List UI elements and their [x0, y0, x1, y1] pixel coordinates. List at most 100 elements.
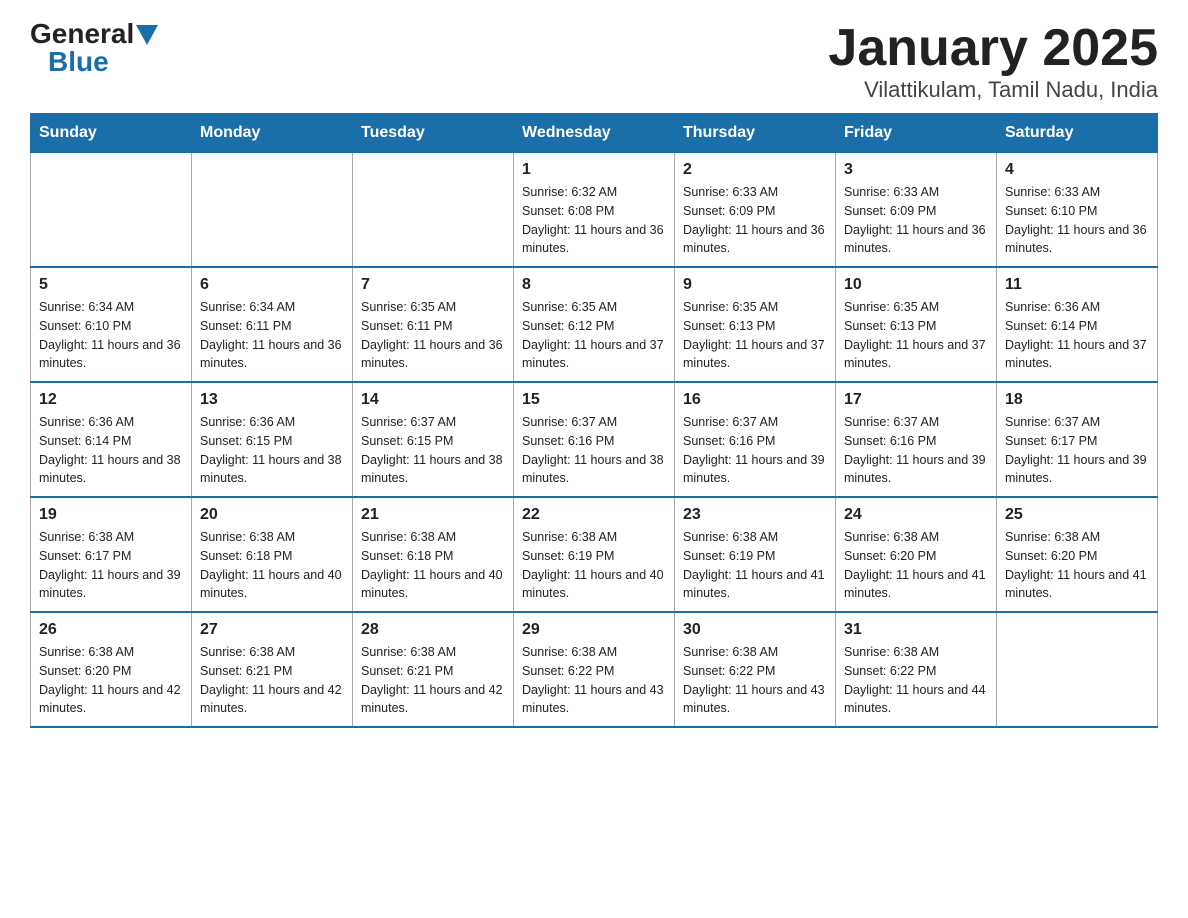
day-info: Sunrise: 6:38 AMSunset: 6:18 PMDaylight:…	[361, 528, 505, 603]
day-cell: 31Sunrise: 6:38 AMSunset: 6:22 PMDayligh…	[836, 612, 997, 727]
day-number: 19	[39, 506, 183, 524]
day-cell: 17 Sunrise: 6:37 AMSunset: 6:16 PMDayligh…	[836, 382, 997, 497]
day-info: Sunrise: 6:38 AMSunset: 6:18 PMDaylight:…	[200, 528, 344, 603]
day-number: 27	[200, 621, 344, 639]
day-cell: 2Sunrise: 6:33 AMSunset: 6:09 PMDaylight…	[675, 153, 836, 268]
header-tuesday: Tuesday	[353, 114, 514, 153]
day-number: 28	[361, 621, 505, 639]
day-number: 25	[1005, 506, 1149, 524]
day-info: Sunrise: 6:38 AMSunset: 6:22 PMDaylight:…	[683, 643, 827, 718]
day-info: Sunrise: 6:38 AMSunset: 6:21 PMDaylight:…	[361, 643, 505, 718]
day-info: Sunrise: 6:38 AMSunset: 6:22 PMDaylight:…	[522, 643, 666, 718]
day-cell: 28 Sunrise: 6:38 AMSunset: 6:21 PMDayligh…	[353, 612, 514, 727]
day-number: 12	[39, 391, 183, 409]
day-info: Sunrise: 6:37 AMSunset: 6:16 PMDaylight:…	[522, 413, 666, 488]
day-number: 8	[522, 276, 666, 294]
day-cell: 20 Sunrise: 6:38 AMSunset: 6:18 PMDayligh…	[192, 497, 353, 612]
day-number: 7	[361, 276, 505, 294]
page-header: General Blue January 2025 Vilattikulam, …	[30, 20, 1158, 103]
day-cell: 1 Sunrise: 6:32 AMSunset: 6:08 PMDaylight…	[514, 153, 675, 268]
day-cell: 22 Sunrise: 6:38 AMSunset: 6:19 PMDayligh…	[514, 497, 675, 612]
day-info: Sunrise: 6:38 AMSunset: 6:19 PMDaylight:…	[683, 528, 827, 603]
day-info: Sunrise: 6:35 AMSunset: 6:13 PMDaylight:…	[844, 298, 988, 373]
day-number: 24	[844, 506, 988, 524]
day-info: Sunrise: 6:37 AMSunset: 6:16 PMDaylight:…	[683, 413, 827, 488]
calendar-table: SundayMondayTuesdayWednesdayThursdayFrid…	[30, 113, 1158, 728]
day-cell: 18 Sunrise: 6:37 AMSunset: 6:17 PMDayligh…	[997, 382, 1158, 497]
day-info: Sunrise: 6:34 AMSunset: 6:10 PMDaylight:…	[39, 298, 183, 373]
calendar-body: 1 Sunrise: 6:32 AMSunset: 6:08 PMDaylight…	[31, 153, 1158, 728]
day-number: 23	[683, 506, 827, 524]
day-number: 2	[683, 161, 827, 179]
day-cell: 7 Sunrise: 6:35 AMSunset: 6:11 PMDaylight…	[353, 267, 514, 382]
day-number: 15	[522, 391, 666, 409]
week-row-2: 5Sunrise: 6:34 AMSunset: 6:10 PMDaylight…	[31, 267, 1158, 382]
day-number: 26	[39, 621, 183, 639]
day-cell	[31, 153, 192, 268]
day-info: Sunrise: 6:38 AMSunset: 6:21 PMDaylight:…	[200, 643, 344, 718]
day-info: Sunrise: 6:35 AMSunset: 6:11 PMDaylight:…	[361, 298, 505, 373]
day-number: 16	[683, 391, 827, 409]
day-info: Sunrise: 6:38 AMSunset: 6:20 PMDaylight:…	[39, 643, 183, 718]
logo-triangle-icon	[136, 25, 158, 45]
day-cell: 24Sunrise: 6:38 AMSunset: 6:20 PMDayligh…	[836, 497, 997, 612]
logo-blue-text: Blue	[48, 48, 109, 76]
page-title: January 2025	[828, 20, 1158, 77]
header-row: SundayMondayTuesdayWednesdayThursdayFrid…	[31, 114, 1158, 153]
day-info: Sunrise: 6:37 AMSunset: 6:17 PMDaylight:…	[1005, 413, 1149, 488]
day-cell: 3 Sunrise: 6:33 AMSunset: 6:09 PMDaylight…	[836, 153, 997, 268]
day-number: 1	[522, 161, 666, 179]
day-cell: 21 Sunrise: 6:38 AMSunset: 6:18 PMDayligh…	[353, 497, 514, 612]
day-number: 17	[844, 391, 988, 409]
day-cell: 9Sunrise: 6:35 AMSunset: 6:13 PMDaylight…	[675, 267, 836, 382]
day-info: Sunrise: 6:37 AMSunset: 6:15 PMDaylight:…	[361, 413, 505, 488]
day-info: Sunrise: 6:34 AMSunset: 6:11 PMDaylight:…	[200, 298, 344, 373]
day-number: 6	[200, 276, 344, 294]
day-info: Sunrise: 6:36 AMSunset: 6:15 PMDaylight:…	[200, 413, 344, 488]
day-cell: 25Sunrise: 6:38 AMSunset: 6:20 PMDayligh…	[997, 497, 1158, 612]
day-number: 9	[683, 276, 827, 294]
page-subtitle: Vilattikulam, Tamil Nadu, India	[828, 77, 1158, 103]
day-cell: 16 Sunrise: 6:37 AMSunset: 6:16 PMDayligh…	[675, 382, 836, 497]
day-number: 4	[1005, 161, 1149, 179]
day-cell: 15 Sunrise: 6:37 AMSunset: 6:16 PMDayligh…	[514, 382, 675, 497]
header-sunday: Sunday	[31, 114, 192, 153]
day-number: 3	[844, 161, 988, 179]
day-cell: 12 Sunrise: 6:36 AMSunset: 6:14 PMDayligh…	[31, 382, 192, 497]
header-monday: Monday	[192, 114, 353, 153]
day-cell	[353, 153, 514, 268]
logo-general-text: General	[30, 20, 134, 48]
day-info: Sunrise: 6:33 AMSunset: 6:09 PMDaylight:…	[844, 183, 988, 258]
day-number: 10	[844, 276, 988, 294]
week-row-4: 19Sunrise: 6:38 AMSunset: 6:17 PMDayligh…	[31, 497, 1158, 612]
day-info: Sunrise: 6:38 AMSunset: 6:19 PMDaylight:…	[522, 528, 666, 603]
day-cell: 13Sunrise: 6:36 AMSunset: 6:15 PMDayligh…	[192, 382, 353, 497]
day-cell: 10 Sunrise: 6:35 AMSunset: 6:13 PMDayligh…	[836, 267, 997, 382]
day-cell: 6 Sunrise: 6:34 AMSunset: 6:11 PMDaylight…	[192, 267, 353, 382]
day-info: Sunrise: 6:32 AMSunset: 6:08 PMDaylight:…	[522, 183, 666, 258]
day-number: 31	[844, 621, 988, 639]
day-cell: 26 Sunrise: 6:38 AMSunset: 6:20 PMDayligh…	[31, 612, 192, 727]
day-number: 11	[1005, 276, 1149, 294]
day-cell: 29Sunrise: 6:38 AMSunset: 6:22 PMDayligh…	[514, 612, 675, 727]
day-cell: 27 Sunrise: 6:38 AMSunset: 6:21 PMDayligh…	[192, 612, 353, 727]
logo: General Blue	[30, 20, 158, 76]
day-cell: 4Sunrise: 6:33 AMSunset: 6:10 PMDaylight…	[997, 153, 1158, 268]
day-number: 18	[1005, 391, 1149, 409]
day-info: Sunrise: 6:37 AMSunset: 6:16 PMDaylight:…	[844, 413, 988, 488]
title-block: January 2025 Vilattikulam, Tamil Nadu, I…	[828, 20, 1158, 103]
day-info: Sunrise: 6:35 AMSunset: 6:12 PMDaylight:…	[522, 298, 666, 373]
day-cell	[192, 153, 353, 268]
calendar-header: SundayMondayTuesdayWednesdayThursdayFrid…	[31, 114, 1158, 153]
day-number: 21	[361, 506, 505, 524]
day-info: Sunrise: 6:36 AMSunset: 6:14 PMDaylight:…	[39, 413, 183, 488]
day-cell: 14Sunrise: 6:37 AMSunset: 6:15 PMDayligh…	[353, 382, 514, 497]
day-cell: 30Sunrise: 6:38 AMSunset: 6:22 PMDayligh…	[675, 612, 836, 727]
day-cell: 11Sunrise: 6:36 AMSunset: 6:14 PMDayligh…	[997, 267, 1158, 382]
header-wednesday: Wednesday	[514, 114, 675, 153]
day-cell: 23 Sunrise: 6:38 AMSunset: 6:19 PMDayligh…	[675, 497, 836, 612]
header-thursday: Thursday	[675, 114, 836, 153]
week-row-5: 26 Sunrise: 6:38 AMSunset: 6:20 PMDayligh…	[31, 612, 1158, 727]
day-number: 20	[200, 506, 344, 524]
day-number: 22	[522, 506, 666, 524]
